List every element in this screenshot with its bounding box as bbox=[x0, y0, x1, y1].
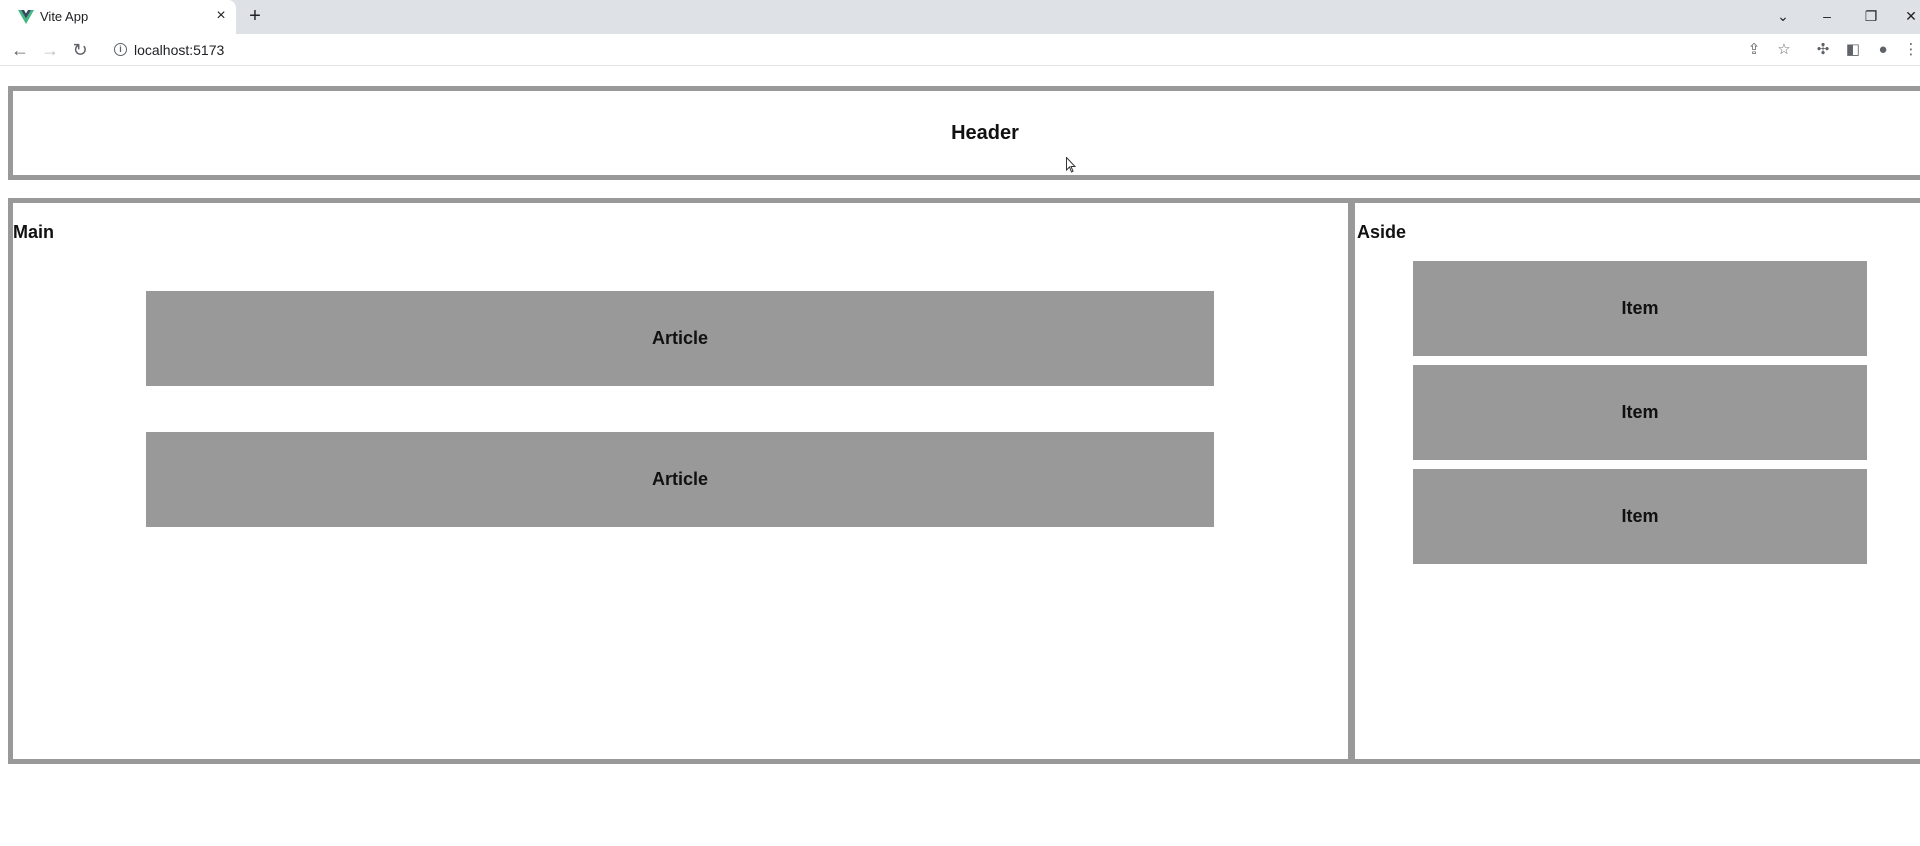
forward-arrow-icon[interactable]: → bbox=[39, 39, 61, 61]
article-label: Article bbox=[651, 328, 709, 348]
item-label: Item bbox=[1621, 506, 1659, 526]
item-label: Item bbox=[1621, 298, 1659, 318]
main-aside-divider bbox=[1348, 198, 1355, 764]
share-icon[interactable]: ⇪ bbox=[1743, 39, 1765, 61]
restore-button[interactable]: ❐ bbox=[1856, 4, 1886, 28]
browser-tab[interactable]: Vite App × bbox=[0, 0, 236, 34]
new-tab-button[interactable]: + bbox=[244, 6, 266, 28]
mouse-cursor-icon bbox=[1066, 157, 1076, 173]
tab-strip: Vite App × + ⌄ – ❐ ✕ bbox=[0, 0, 1920, 34]
side-panel-icon[interactable]: ◧ bbox=[1842, 39, 1864, 61]
tab-title: Vite App bbox=[40, 9, 89, 24]
close-tab-icon[interactable]: × bbox=[212, 7, 230, 25]
address-bar[interactable]: i localhost:5173 bbox=[102, 37, 1802, 63]
main-label: Main bbox=[13, 222, 55, 242]
aside-item: Item bbox=[1413, 261, 1867, 356]
article-label: Article bbox=[651, 469, 709, 489]
page-header: Header bbox=[8, 86, 1920, 180]
tab-search-icon[interactable]: ⌄ bbox=[1768, 4, 1798, 28]
minimize-button[interactable]: – bbox=[1812, 4, 1842, 28]
vite-logo-icon bbox=[18, 10, 34, 24]
back-arrow-icon[interactable]: ← bbox=[9, 39, 31, 61]
aside-item: Item bbox=[1413, 365, 1867, 460]
menu-kebab-icon[interactable]: ⋮ bbox=[1900, 39, 1920, 61]
browser-toolbar: ← → ↻ i localhost:5173 ⇪ ☆ ✣ ◧ ● ⋮ bbox=[0, 34, 1920, 66]
aside-item: Item bbox=[1413, 469, 1867, 564]
bookmark-star-icon[interactable]: ☆ bbox=[1773, 39, 1795, 61]
reload-icon[interactable]: ↻ bbox=[69, 39, 91, 61]
header-title: Header bbox=[951, 121, 1019, 144]
article-card: Article bbox=[146, 432, 1214, 527]
url-text[interactable]: localhost:5173 bbox=[134, 42, 224, 58]
article-card: Article bbox=[146, 291, 1214, 386]
site-info-icon[interactable]: i bbox=[114, 43, 127, 56]
extensions-puzzle-icon[interactable]: ✣ bbox=[1812, 39, 1834, 61]
aside-label: Aside bbox=[1357, 222, 1407, 242]
profile-avatar-icon[interactable]: ● bbox=[1872, 39, 1894, 61]
item-label: Item bbox=[1621, 402, 1659, 422]
close-window-button[interactable]: ✕ bbox=[1896, 4, 1920, 28]
